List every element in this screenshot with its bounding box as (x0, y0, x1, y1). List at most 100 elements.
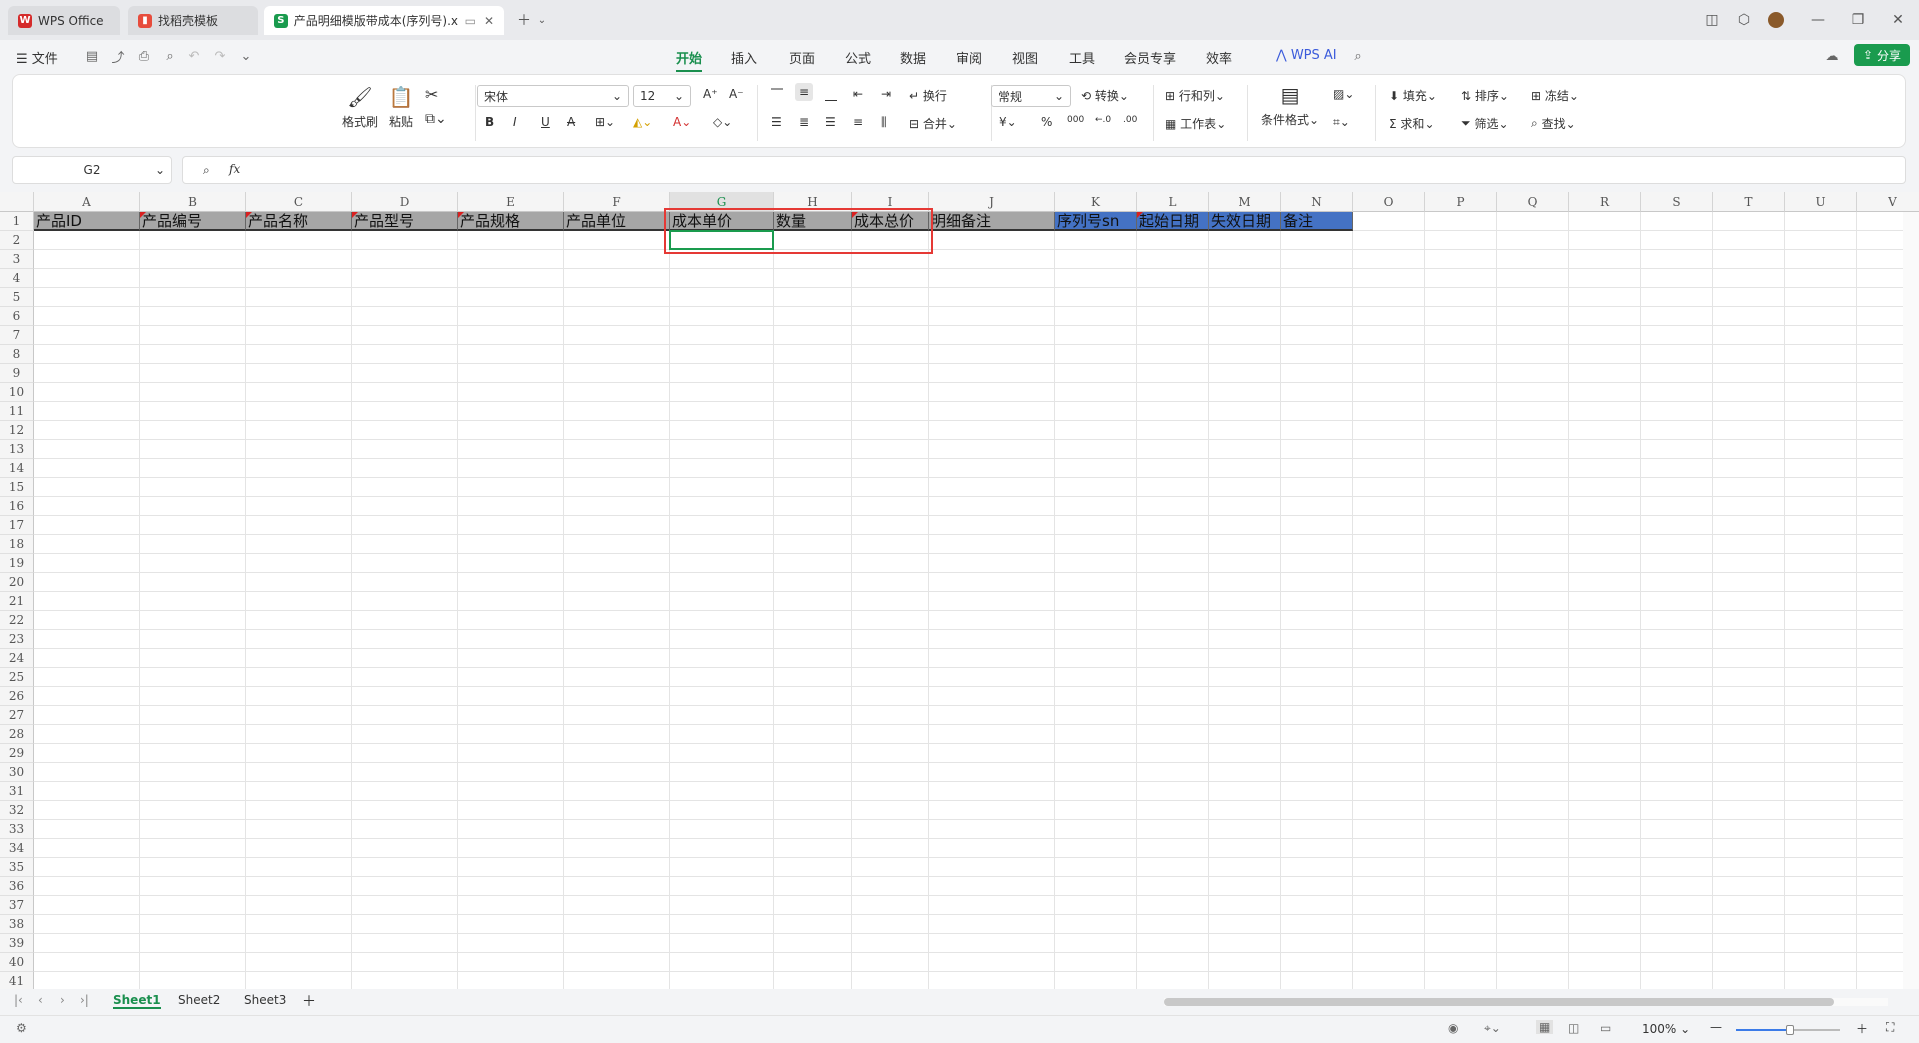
border-icon[interactable]: ⊞⌄ (595, 115, 615, 129)
font-color-icon[interactable]: A⌄ (673, 115, 691, 129)
indent-decrease-icon[interactable]: ⇤ (853, 87, 863, 101)
row-header[interactable]: 10 (0, 383, 34, 402)
row-header[interactable]: 1 (0, 212, 34, 231)
fullscreen-icon[interactable]: ⛶ (1886, 1020, 1894, 1035)
row-header[interactable]: 13 (0, 440, 34, 459)
header-cell[interactable]: 产品单位 (564, 212, 670, 231)
window-close-icon[interactable]: ✕ (1886, 8, 1910, 32)
redo-icon[interactable]: ↷ (212, 48, 228, 64)
restore-icon[interactable]: ❐ (1846, 8, 1870, 32)
save-icon[interactable]: ▤ (84, 48, 100, 64)
header-cell[interactable]: 产品型号 (352, 212, 458, 231)
zoom-out-icon[interactable]: — (1710, 1020, 1722, 1034)
find-button[interactable]: ⌕ 查找 ⌄ (1531, 115, 1576, 132)
column-header[interactable]: A (34, 192, 140, 212)
sheet-tab-2[interactable]: Sheet2 (178, 993, 220, 1007)
row-header[interactable]: 39 (0, 934, 34, 953)
underline-icon[interactable]: U (541, 115, 550, 129)
row-header[interactable]: 38 (0, 915, 34, 934)
tab-wps-office[interactable]: W WPS Office (8, 6, 120, 35)
row-header[interactable]: 36 (0, 877, 34, 896)
fill-color-icon[interactable]: ◭⌄ (633, 115, 652, 129)
tab-spreadsheet[interactable]: S 产品明细模版带成本(序列号).x ▭ ✕ (264, 6, 504, 35)
close-icon[interactable]: ✕ (484, 14, 494, 28)
column-header[interactable]: S (1641, 192, 1713, 212)
cell-border-icon[interactable]: ⌗⌄ (1333, 115, 1350, 130)
column-header[interactable]: J (929, 192, 1055, 212)
row-header[interactable]: 21 (0, 592, 34, 611)
paste-button[interactable]: 📋 粘贴 (381, 85, 421, 130)
row-header[interactable]: 19 (0, 554, 34, 573)
monitor-icon[interactable]: ▭ (465, 14, 476, 28)
menu-tab-tools[interactable]: 工具 (1069, 48, 1095, 67)
row-header[interactable]: 29 (0, 744, 34, 763)
column-header[interactable]: R (1569, 192, 1641, 212)
align-right-icon[interactable]: ☰ (825, 115, 836, 129)
currency-icon[interactable]: ¥⌄ (999, 115, 1017, 129)
column-header[interactable]: U (1785, 192, 1857, 212)
zoom-in-icon[interactable]: ＋ (1856, 1020, 1868, 1037)
cloud-icon[interactable]: ☁ (1824, 48, 1840, 64)
row-header[interactable]: 17 (0, 516, 34, 535)
thousands-icon[interactable]: 000 (1067, 115, 1084, 125)
row-header[interactable]: 41 (0, 972, 34, 989)
row-header[interactable]: 25 (0, 668, 34, 687)
column-header[interactable]: N (1281, 192, 1353, 212)
fx-label[interactable]: fx (229, 162, 240, 176)
sort-button[interactable]: ⇅ 排序 ⌄ (1461, 87, 1509, 104)
export-icon[interactable]: ⤴ (110, 48, 126, 66)
freeze-button[interactable]: ⊞ 冻结 ⌄ (1531, 87, 1579, 104)
column-header[interactable]: K (1055, 192, 1137, 212)
zoom-formula-icon[interactable]: ⌕ (203, 163, 210, 178)
horizontal-scrollbar[interactable] (1164, 998, 1888, 1006)
fill-button[interactable]: ⬇ 填充 ⌄ (1389, 87, 1437, 104)
menu-tab-start[interactable]: 开始 (676, 48, 703, 72)
menu-tab-efficiency[interactable]: 效率 (1206, 48, 1232, 67)
font-size-select[interactable]: 12 ⌄ (633, 85, 691, 107)
header-cell[interactable]: 备注 (1281, 212, 1353, 231)
menu-tab-view[interactable]: 视图 (1012, 48, 1038, 67)
print-preview-icon[interactable]: ⌕ (162, 48, 178, 64)
header-cell[interactable]: 起始日期 (1137, 212, 1209, 231)
row-header[interactable]: 30 (0, 763, 34, 782)
formula-input[interactable]: ⌕ fx (182, 156, 1906, 184)
row-header[interactable]: 6 (0, 307, 34, 326)
align-bottom-icon[interactable]: ⎽ (825, 87, 837, 102)
menu-tab-review[interactable]: 审阅 (956, 48, 982, 67)
search-icon[interactable]: ⌕ (1350, 48, 1366, 64)
row-header[interactable]: 3 (0, 250, 34, 269)
zoom-slider[interactable] (1736, 1025, 1840, 1035)
vertical-scrollbar[interactable] (1903, 212, 1919, 989)
row-header[interactable]: 35 (0, 858, 34, 877)
chevron-down-icon[interactable]: ⌄ (238, 48, 254, 64)
conditional-format-button[interactable]: ▤ 条件格式⌄ (1261, 83, 1319, 128)
row-header[interactable]: 16 (0, 497, 34, 516)
wps-ai-button[interactable]: ⋀ WPS AI (1276, 48, 1337, 63)
filter-button[interactable]: ⏷ 筛选 ⌄ (1461, 115, 1509, 132)
print-icon[interactable]: ⎙ (136, 48, 152, 64)
page-break-view-icon[interactable]: ◫ (1568, 1021, 1579, 1035)
spreadsheet-grid[interactable]: A B C D E F G H I J K L M N O P Q R S T U V 1 2 3 4 5 6 7 8 9 10 11 12 13 1… (0, 192, 1919, 989)
menu-tab-data[interactable]: 数据 (900, 48, 926, 67)
share-button[interactable]: ⇪ 分享 (1854, 44, 1910, 66)
zoom-slider-handle[interactable] (1786, 1025, 1794, 1035)
menu-tab-insert[interactable]: 插入 (731, 48, 757, 67)
distribute-icon[interactable]: ⫼ (881, 115, 887, 130)
first-sheet-icon[interactable]: |‹ (14, 993, 23, 1007)
prev-sheet-icon[interactable]: ‹ (38, 993, 43, 1007)
sum-button[interactable]: Σ 求和 ⌄ (1389, 115, 1435, 132)
sheet-tab-1[interactable]: Sheet1 (113, 993, 161, 1009)
row-header[interactable]: 14 (0, 459, 34, 478)
increase-font-icon[interactable]: A⁺ (703, 87, 718, 101)
tab-docer[interactable]: ▮ 找稻壳模板 (128, 6, 258, 35)
undo-icon[interactable]: ↶ (186, 48, 202, 64)
select-all-corner[interactable] (0, 192, 34, 212)
italic-icon[interactable]: I (513, 115, 517, 129)
minimize-icon[interactable]: — (1806, 8, 1830, 32)
wrap-text-button[interactable]: ↵ 换行 (909, 87, 947, 104)
row-header[interactable]: 24 (0, 649, 34, 668)
normal-view-icon[interactable]: ▦ (1536, 1020, 1554, 1034)
indent-increase-icon[interactable]: ⇥ (881, 87, 891, 101)
align-middle-icon[interactable]: ≡ (795, 83, 814, 101)
last-sheet-icon[interactable]: ›| (80, 993, 89, 1007)
